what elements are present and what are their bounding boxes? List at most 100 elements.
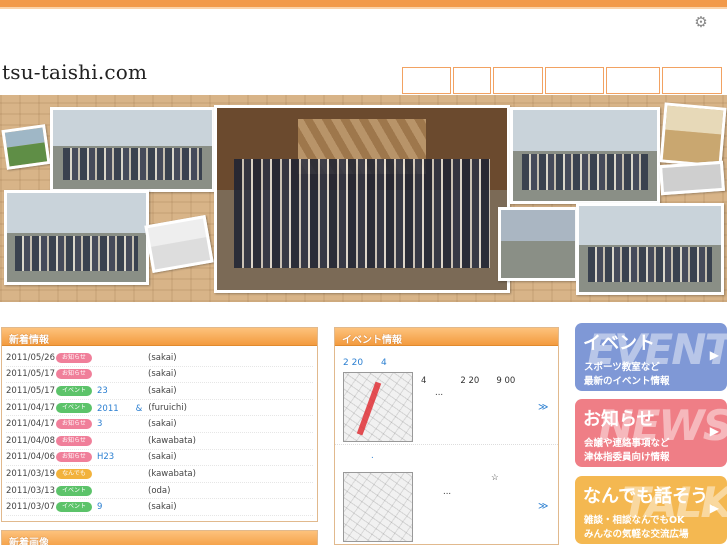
nav-button-3[interactable] xyxy=(493,67,543,94)
event-1-line2: ... xyxy=(435,388,444,398)
news-author: (sakai) xyxy=(148,452,177,463)
news-title-link[interactable]: 9 xyxy=(97,502,142,512)
news-category-badge[interactable]: お知らせ xyxy=(56,452,92,463)
news-author: (kawabata) xyxy=(148,468,196,479)
events-panel: イベント情報 2 20 4 4 2 20 9 00 ... ≫ . ☆ ... … xyxy=(334,327,559,545)
arrow-right-icon: ▶ xyxy=(709,501,719,515)
side-banner-talk-line2: みんなの気軽な交流広場 xyxy=(584,529,689,540)
news-date: 2011/05/17 xyxy=(6,369,55,380)
news-category-badge[interactable]: お知らせ xyxy=(56,419,92,430)
event-2-line2: ... xyxy=(443,487,452,497)
event-map-image-2[interactable] xyxy=(343,472,413,542)
news-date: 2011/04/17 xyxy=(6,419,55,430)
news-author: (furuichi) xyxy=(148,402,187,413)
top-accent-stripe xyxy=(0,0,727,7)
banner-photo-equipment xyxy=(144,214,214,274)
nav-button-1[interactable] xyxy=(402,67,451,94)
news-title-link[interactable]: 2011 & xyxy=(97,402,142,414)
news-category-badge[interactable]: イベント xyxy=(56,502,92,513)
photos-panel-title: 新着画像 xyxy=(9,538,49,545)
event-2-star: ☆ xyxy=(491,473,499,483)
banner-photo-group-2 xyxy=(4,190,149,285)
side-banner-event-line1: スポーツ教室など xyxy=(584,362,660,373)
news-category-badge[interactable]: イベント xyxy=(56,402,92,413)
side-banner-news-title: お知らせ xyxy=(583,409,655,430)
news-category-badge[interactable]: なんでも xyxy=(56,468,92,479)
news-title-link[interactable]: 3 xyxy=(97,419,142,429)
side-banner-news-line2: 津体指委員向け情報 xyxy=(584,452,670,463)
events-panel-header: イベント情報 xyxy=(335,328,558,346)
news-author: (oda) xyxy=(148,485,171,496)
news-author: (sakai) xyxy=(148,369,177,380)
nav-button-6[interactable] xyxy=(662,67,722,94)
banner-photo-group-1 xyxy=(50,107,215,192)
news-author: (sakai) xyxy=(148,419,177,430)
banner-photo-group-3 xyxy=(510,107,660,204)
news-row: 2011/03/07 イベント 9 (sakai) xyxy=(6,499,313,516)
news-row: 2011/03/13 イベント (oda) xyxy=(6,483,313,500)
site-logo[interactable]: tsu-taishi.com xyxy=(2,60,147,84)
main-nav xyxy=(402,67,722,94)
news-category-badge[interactable]: お知らせ xyxy=(56,352,92,363)
nav-button-5[interactable] xyxy=(606,67,660,94)
side-banner-talk-line1: 雑談・相談なんでもOK xyxy=(584,515,685,526)
photos-panel-header: 新着画像 xyxy=(2,531,317,545)
nav-button-2[interactable] xyxy=(453,67,491,94)
news-category-badge[interactable]: お知らせ xyxy=(56,369,92,380)
event-1-line1: 4 2 20 9 00 xyxy=(421,376,516,386)
side-banner-event[interactable]: EVENT イベント ▶ スポーツ教室など 最新のイベント情報 xyxy=(575,323,727,391)
gear-icon[interactable]: ⚙ xyxy=(693,14,709,30)
event-top-link[interactable]: 2 20 4 xyxy=(343,355,387,368)
side-banner-talk[interactable]: TALK なんでも話そう ▶ 雑談・相談なんでもOK みんなの気軽な交流広場 xyxy=(575,476,727,544)
nav-button-4[interactable] xyxy=(545,67,604,94)
news-author: (sakai) xyxy=(148,502,177,513)
events-panel-title: イベント情報 xyxy=(342,335,402,346)
news-panel-title: 新着情報 xyxy=(9,335,49,346)
arrow-right-icon: ▶ xyxy=(709,348,719,362)
news-row: 2011/04/17 お知らせ 3 (sakai) xyxy=(6,416,313,433)
banner-photo-gym xyxy=(659,102,727,168)
event-map-image-1[interactable] xyxy=(343,372,413,442)
event-2-more-link[interactable]: ≫ xyxy=(538,501,548,512)
arrow-right-icon: ▶ xyxy=(709,424,719,438)
news-row: 2011/04/06 お知らせ H23 (sakai) xyxy=(6,450,313,467)
hero-banner xyxy=(0,95,727,302)
news-category-badge[interactable]: イベント xyxy=(56,385,92,396)
news-author: (sakai) xyxy=(148,352,177,363)
side-banner-event-title: イベント xyxy=(583,333,655,354)
banner-photo-pucks xyxy=(659,160,725,196)
banner-photo-field xyxy=(1,124,51,170)
news-title-link[interactable]: H23 xyxy=(97,452,142,462)
news-row: 2011/04/08 お知らせ (kawabata) xyxy=(6,433,313,450)
photos-panel: 新着画像 xyxy=(1,530,318,545)
news-title-link[interactable]: 23 xyxy=(97,386,142,396)
news-date: 2011/04/08 xyxy=(6,435,55,446)
news-row: 2011/03/19 なんでも (kawabata) xyxy=(6,466,313,483)
news-list: 2011/05/26 お知らせ (sakai) 2011/05/17 お知らせ (saka… xyxy=(2,350,317,516)
banner-photo-main-group xyxy=(214,105,510,293)
top-accent-stripe-light xyxy=(0,7,727,9)
news-date: 2011/04/06 xyxy=(6,452,55,463)
news-date: 2011/04/17 xyxy=(6,402,55,413)
event-item-2: . ☆ ... ≫ xyxy=(335,448,558,544)
news-date: 2011/05/26 xyxy=(6,352,55,363)
event-1-more-link[interactable]: ≫ xyxy=(538,402,548,413)
news-date: 2011/05/17 xyxy=(6,385,55,396)
news-date: 2011/03/19 xyxy=(6,468,55,479)
side-banner-news[interactable]: NEWS お知らせ ▶ 会議や連絡事項など 津体指委員向け情報 xyxy=(575,399,727,467)
news-panel-header: 新着情報 xyxy=(2,328,317,346)
news-author: (sakai) xyxy=(148,385,177,396)
banner-photo-group-4 xyxy=(576,203,724,295)
side-banner-event-line2: 最新のイベント情報 xyxy=(584,376,670,387)
event-2-link[interactable]: . xyxy=(371,451,374,461)
event-item-1: 4 2 20 9 00 ... ≫ xyxy=(335,370,558,445)
news-row: 2011/05/17 イベント 23 (sakai) xyxy=(6,383,313,400)
news-row: 2011/04/17 イベント 2011 & (furuichi) xyxy=(6,400,313,417)
banner-photo-event xyxy=(498,207,578,281)
news-row: 2011/05/26 お知らせ (sakai) xyxy=(6,350,313,367)
news-category-badge[interactable]: イベント xyxy=(56,485,92,496)
news-category-badge[interactable]: お知らせ xyxy=(56,435,92,446)
news-panel: 新着情報 2011/05/26 お知らせ (sakai) 2011/05/17 お知らせ… xyxy=(1,327,318,522)
news-date: 2011/03/13 xyxy=(6,485,55,496)
side-banner-talk-title: なんでも話そう xyxy=(583,486,709,507)
